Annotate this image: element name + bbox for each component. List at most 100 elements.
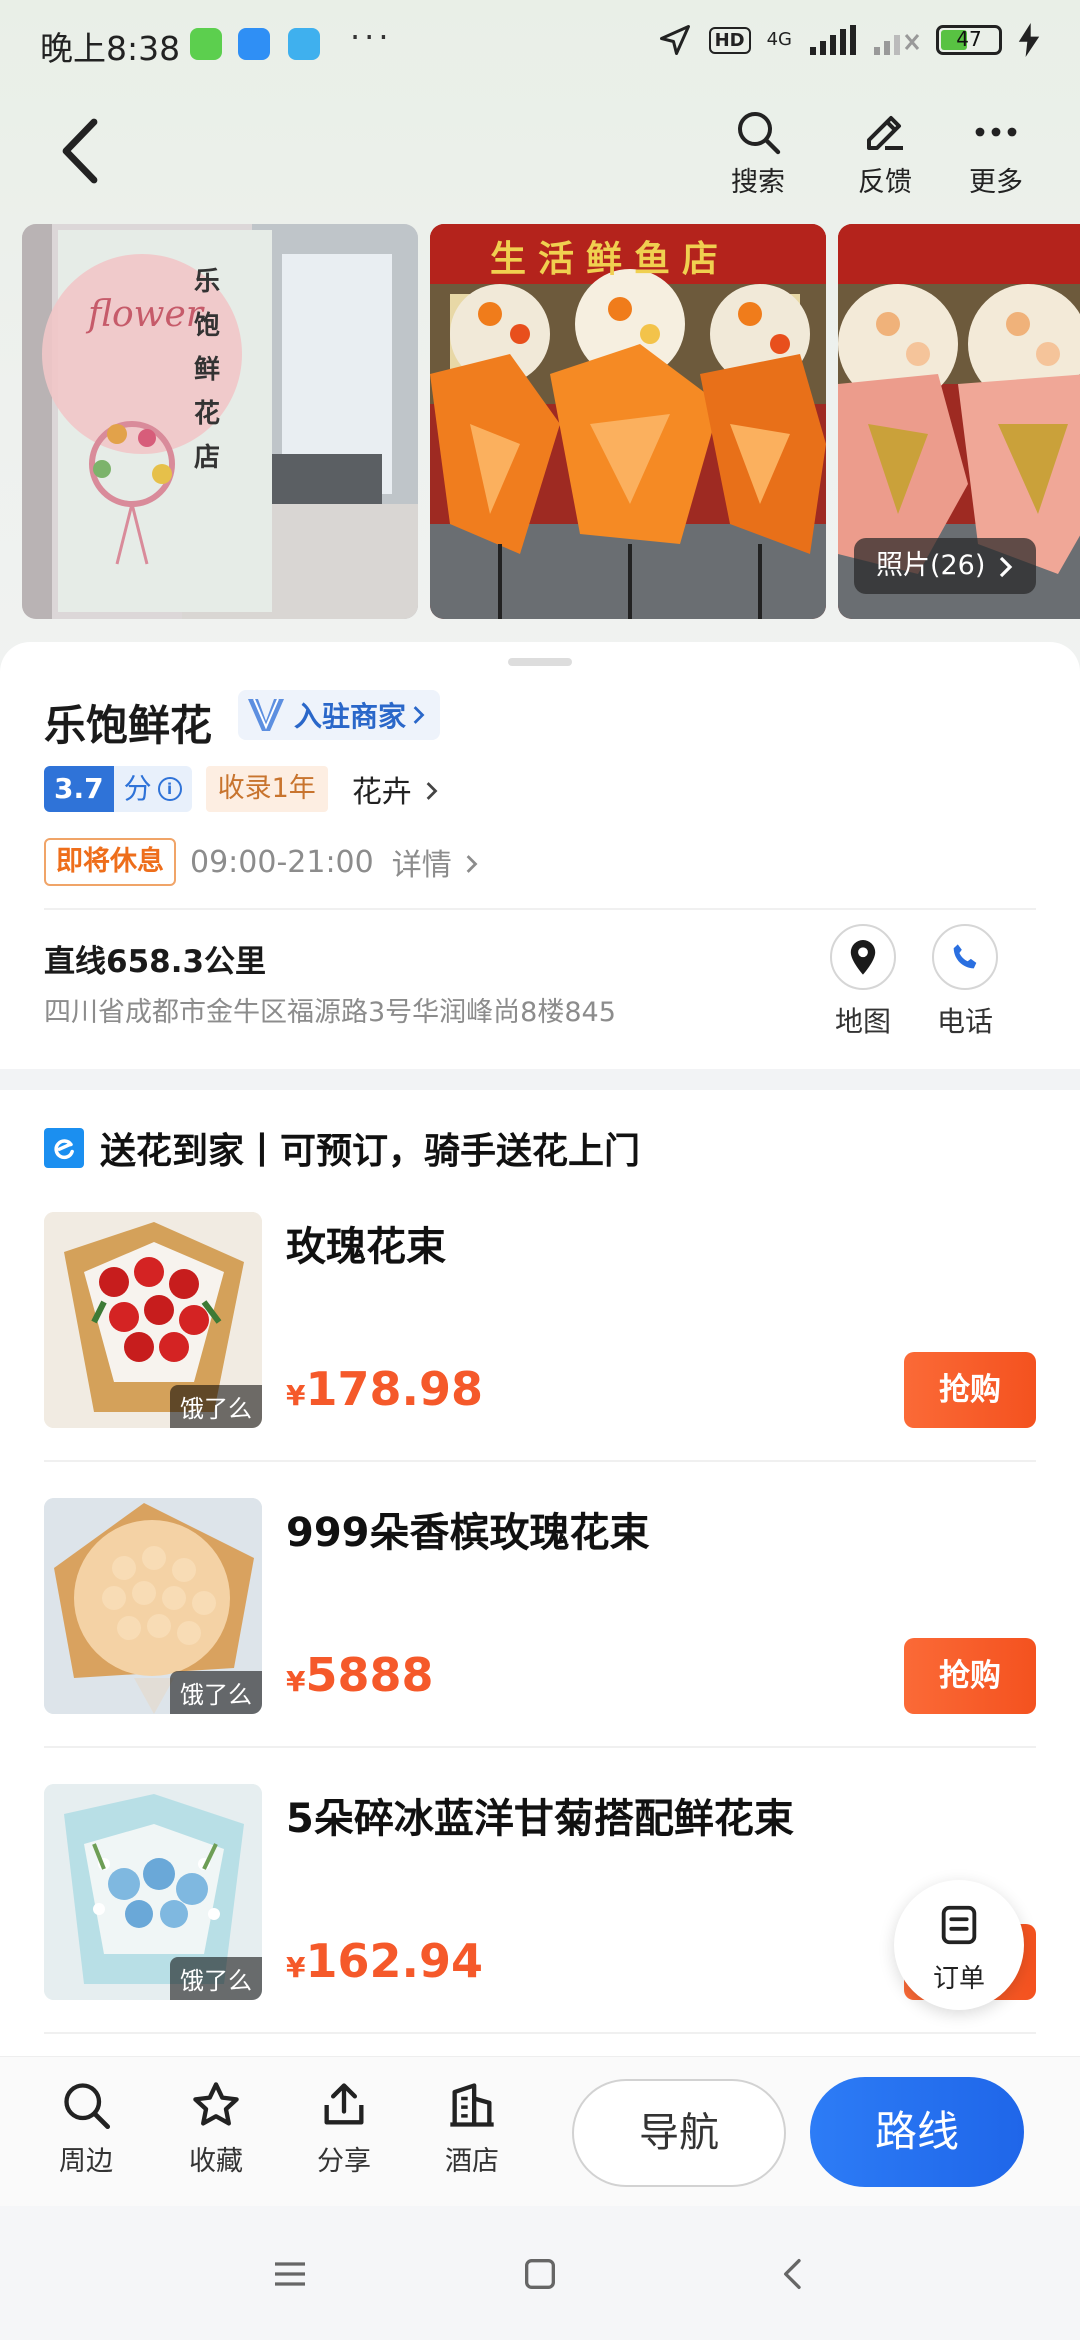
rating-badge[interactable]: 3.7 分i	[44, 766, 192, 812]
chevron-right-icon	[413, 706, 425, 724]
route-button[interactable]: 路线	[810, 2077, 1024, 2187]
chevron-right-icon	[999, 556, 1013, 577]
sign-script: flower	[88, 294, 204, 335]
detail-label: 详情	[391, 848, 452, 883]
share-button[interactable]: 分享	[294, 2079, 394, 2178]
search-icon	[64, 2083, 111, 2130]
price-value: 162.94	[305, 1934, 483, 1988]
photo-count-button[interactable]: 照片(26)	[853, 538, 1036, 594]
app-notification-icon	[238, 28, 270, 60]
shop-photo[interactable]: 乐饱鲜花店 flower	[22, 224, 418, 619]
photo-count-label: 照片(26)	[875, 550, 986, 581]
shop-photo[interactable]: 生活鲜鱼店	[430, 224, 826, 619]
merchant-badge-label: 入驻商家	[294, 700, 407, 733]
banner-text: 生活鲜鱼店	[490, 239, 731, 280]
favorite-label: 收藏	[189, 2146, 243, 2177]
merchant-badge[interactable]: 入驻商家	[238, 690, 441, 740]
back-button[interactable]	[58, 118, 118, 188]
search-icon	[738, 112, 781, 155]
signal-weak-icon	[874, 34, 920, 55]
status-bar: 晚上8:38 ··· HD 4G 47	[0, 0, 1080, 90]
rating-row: 3.7 分i 收录1年 花卉	[44, 766, 439, 812]
currency-symbol: ¥	[286, 1951, 306, 1984]
delivery-header: 送花到家丨可预订，骑手送花上门	[44, 1122, 640, 1174]
map-circle	[830, 924, 896, 990]
delivery-title: 送花到家丨可预订，骑手送花上门	[100, 1131, 641, 1172]
chevron-left-icon	[62, 118, 98, 184]
divider	[44, 1746, 1036, 1748]
phone-circle	[932, 924, 998, 990]
menu-icon[interactable]	[270, 2254, 310, 2294]
status-badge: 即将休息	[44, 838, 176, 886]
chevron-right-icon	[426, 782, 438, 800]
network-type: 4G	[766, 29, 792, 50]
share-icon	[324, 2083, 364, 2125]
charging-icon	[1018, 23, 1040, 57]
more-button[interactable]: 更多	[946, 108, 1046, 199]
product-price: ¥178.98	[286, 1362, 483, 1416]
drag-handle[interactable]	[508, 658, 572, 666]
platform-tag: 饿了么	[170, 1671, 262, 1714]
eleme-logo-icon	[44, 1128, 84, 1168]
info-icon: i	[157, 777, 182, 801]
currency-symbol: ¥	[286, 1665, 306, 1698]
signal-icon	[810, 25, 856, 55]
product-image: 饿了么	[44, 1212, 262, 1428]
category-label: 花卉	[351, 775, 412, 810]
pencil-icon	[867, 116, 903, 150]
product-name: 玫瑰花束	[286, 1224, 446, 1270]
category-link[interactable]: 花卉	[352, 767, 440, 811]
phone-icon	[953, 944, 977, 969]
rating-unit-label: 分	[123, 772, 152, 805]
product-price: ¥5888	[286, 1648, 434, 1702]
shop-name: 乐饱鲜花	[44, 701, 213, 750]
product-image: 饿了么	[44, 1784, 262, 2000]
distance: 直线658.3公里	[44, 944, 267, 980]
favorite-button[interactable]: 收藏	[166, 2079, 266, 2178]
product-item[interactable]: 饿了么 5朵碎冰蓝洋甘菊搭配鲜花束 ¥162.94 抢购	[44, 1784, 1036, 2000]
battery-level: 47	[956, 27, 982, 51]
location-arrow-icon	[659, 25, 690, 55]
map-button[interactable]: 地图	[818, 924, 908, 1040]
flower-stands-image	[430, 224, 826, 619]
hotel-icon	[450, 2083, 494, 2127]
product-price: ¥162.94	[286, 1934, 483, 1988]
nearby-button[interactable]: 周边	[36, 2079, 136, 2178]
orders-label: 订单	[932, 1964, 985, 1994]
rating-unit: 分i	[113, 766, 192, 812]
feedback-label: 反馈	[858, 167, 912, 198]
bottom-action-bar: 周边 收藏 分享 酒店 导航 路线	[0, 2056, 1080, 2206]
more-label: 更多	[969, 167, 1023, 198]
status-time: 晚上8:38	[40, 29, 181, 68]
hours-row: 即将休息 09:00-21:00 详情	[44, 838, 479, 886]
price-value: 5888	[305, 1648, 434, 1702]
phone-button[interactable]: 电话	[920, 924, 1010, 1040]
hours-detail-link[interactable]: 详情	[392, 840, 480, 884]
nearby-label: 周边	[59, 2146, 113, 2177]
search-button[interactable]: 搜索	[708, 108, 808, 199]
chevron-right-icon	[466, 855, 478, 873]
business-hours: 09:00-21:00	[190, 844, 374, 880]
map-pin-icon	[850, 940, 876, 975]
star-icon	[193, 2082, 239, 2126]
product-item[interactable]: 饿了么 999朵香槟玫瑰花束 ¥5888 抢购	[44, 1498, 1036, 1714]
address[interactable]: 四川省成都市金牛区福源路3号华润峰尚8楼845	[44, 990, 616, 1029]
back-triangle-icon[interactable]	[774, 2254, 814, 2294]
platform-tag: 饿了么	[170, 1385, 262, 1428]
hotel-label: 酒店	[445, 2146, 499, 2177]
more-notifications-icon: ···	[350, 18, 393, 56]
navigation-button[interactable]: 导航	[572, 2079, 786, 2187]
buy-button[interactable]: 抢购	[904, 1638, 1036, 1714]
product-name: 999朵香槟玫瑰花束	[286, 1510, 650, 1556]
orders-fab-button[interactable]: 订单	[894, 1880, 1024, 2010]
buy-button[interactable]: 抢购	[904, 1352, 1036, 1428]
hotel-button[interactable]: 酒店	[422, 2079, 522, 2178]
divider	[44, 2032, 1036, 2034]
home-square-icon[interactable]	[520, 2254, 560, 2294]
feedback-button[interactable]: 反馈	[835, 108, 935, 199]
divider	[44, 908, 1036, 910]
product-item[interactable]: 饿了么 玫瑰花束 ¥178.98 抢购	[44, 1212, 1036, 1428]
battery-icon: 47	[936, 25, 1002, 55]
more-dots-icon	[975, 127, 1017, 137]
app-notification-icon	[190, 28, 222, 60]
